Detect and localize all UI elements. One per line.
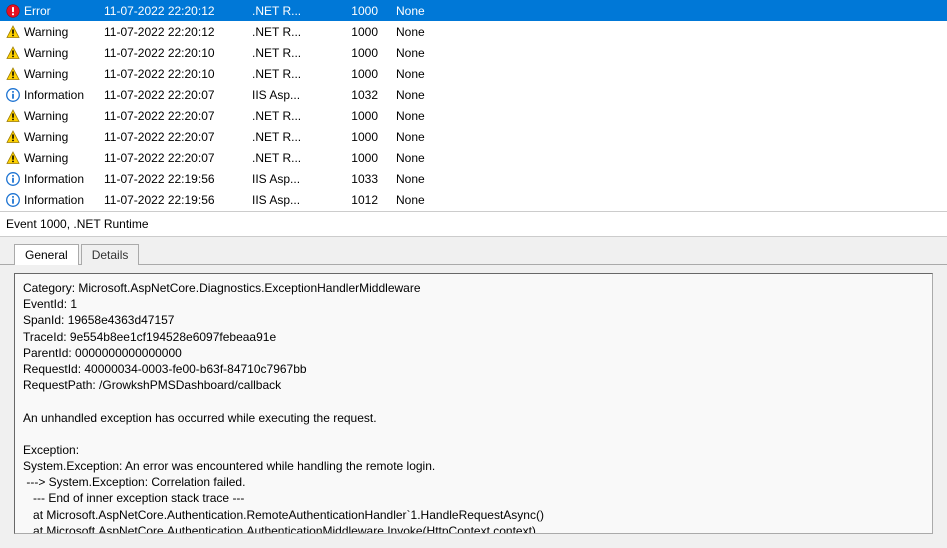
- event-datetime: 11-07-2022 22:20:07: [104, 151, 252, 165]
- event-level: Warning: [24, 25, 104, 39]
- event-level: Information: [24, 172, 104, 186]
- event-task: None: [396, 88, 476, 102]
- event-level: Warning: [24, 109, 104, 123]
- event-id: 1000: [340, 109, 396, 123]
- event-source: .NET R...: [252, 67, 340, 81]
- event-source: .NET R...: [252, 46, 340, 60]
- tab-details[interactable]: Details: [81, 244, 140, 265]
- event-task: None: [396, 46, 476, 60]
- event-id: 1012: [340, 193, 396, 207]
- event-source: .NET R...: [252, 151, 340, 165]
- event-id: 1000: [340, 151, 396, 165]
- details-text: Category: Microsoft.AspNetCore.Diagnosti…: [14, 273, 933, 534]
- event-datetime: 11-07-2022 22:20:07: [104, 88, 252, 102]
- warning-icon: [6, 151, 24, 165]
- event-level: Warning: [24, 46, 104, 60]
- event-level: Information: [24, 193, 104, 207]
- event-id: 1000: [340, 67, 396, 81]
- event-source: IIS Asp...: [252, 172, 340, 186]
- event-source: .NET R...: [252, 4, 340, 18]
- warning-icon: [6, 46, 24, 60]
- event-task: None: [396, 25, 476, 39]
- summary-bar: Event 1000, .NET Runtime: [0, 212, 947, 237]
- error-icon: [6, 4, 24, 18]
- event-source: .NET R...: [252, 25, 340, 39]
- event-id: 1033: [340, 172, 396, 186]
- event-id: 1000: [340, 130, 396, 144]
- event-row[interactable]: Information11-07-2022 22:20:07IIS Asp...…: [0, 84, 947, 105]
- event-source: IIS Asp...: [252, 88, 340, 102]
- event-level: Information: [24, 88, 104, 102]
- information-icon: [6, 88, 24, 102]
- event-task: None: [396, 130, 476, 144]
- event-datetime: 11-07-2022 22:20:10: [104, 46, 252, 60]
- event-datetime: 11-07-2022 22:20:12: [104, 25, 252, 39]
- event-task: None: [396, 109, 476, 123]
- information-icon: [6, 193, 24, 207]
- event-id: 1000: [340, 4, 396, 18]
- warning-icon: [6, 130, 24, 144]
- event-task: None: [396, 172, 476, 186]
- summary-text: Event 1000, .NET Runtime: [6, 217, 149, 231]
- event-level: Warning: [24, 67, 104, 81]
- event-level: Error: [24, 4, 104, 18]
- event-datetime: 11-07-2022 22:20:10: [104, 67, 252, 81]
- event-row[interactable]: Warning11-07-2022 22:20:10.NET R...1000N…: [0, 42, 947, 63]
- event-level: Warning: [24, 151, 104, 165]
- event-datetime: 11-07-2022 22:20:07: [104, 130, 252, 144]
- event-row[interactable]: Information11-07-2022 22:19:56IIS Asp...…: [0, 189, 947, 210]
- event-datetime: 11-07-2022 22:19:56: [104, 172, 252, 186]
- event-row[interactable]: Warning11-07-2022 22:20:07.NET R...1000N…: [0, 147, 947, 168]
- event-row[interactable]: Warning11-07-2022 22:20:10.NET R...1000N…: [0, 63, 947, 84]
- event-source: .NET R...: [252, 109, 340, 123]
- event-datetime: 11-07-2022 22:19:56: [104, 193, 252, 207]
- event-row[interactable]: Warning11-07-2022 22:20:07.NET R...1000N…: [0, 126, 947, 147]
- event-datetime: 11-07-2022 22:20:07: [104, 109, 252, 123]
- event-task: None: [396, 67, 476, 81]
- event-row[interactable]: Information11-07-2022 22:19:56IIS Asp...…: [0, 168, 947, 189]
- event-task: None: [396, 151, 476, 165]
- warning-icon: [6, 25, 24, 39]
- event-row[interactable]: Warning11-07-2022 22:20:07.NET R...1000N…: [0, 105, 947, 126]
- details-pane: Category: Microsoft.AspNetCore.Diagnosti…: [0, 265, 947, 548]
- tab-general[interactable]: General: [14, 244, 79, 265]
- warning-icon: [6, 109, 24, 123]
- information-icon: [6, 172, 24, 186]
- event-datetime: 11-07-2022 22:20:12: [104, 4, 252, 18]
- event-task: None: [396, 4, 476, 18]
- event-task: None: [396, 193, 476, 207]
- warning-icon: [6, 67, 24, 81]
- event-level: Warning: [24, 130, 104, 144]
- event-id: 1000: [340, 46, 396, 60]
- event-id: 1000: [340, 25, 396, 39]
- event-row[interactable]: Warning11-07-2022 22:20:12.NET R...1000N…: [0, 21, 947, 42]
- event-row[interactable]: Error11-07-2022 22:20:12.NET R...1000Non…: [0, 0, 947, 21]
- event-source: .NET R...: [252, 130, 340, 144]
- event-id: 1032: [340, 88, 396, 102]
- event-source: IIS Asp...: [252, 193, 340, 207]
- event-list[interactable]: Error11-07-2022 22:20:12.NET R...1000Non…: [0, 0, 947, 212]
- details-tabs: General Details: [0, 237, 947, 265]
